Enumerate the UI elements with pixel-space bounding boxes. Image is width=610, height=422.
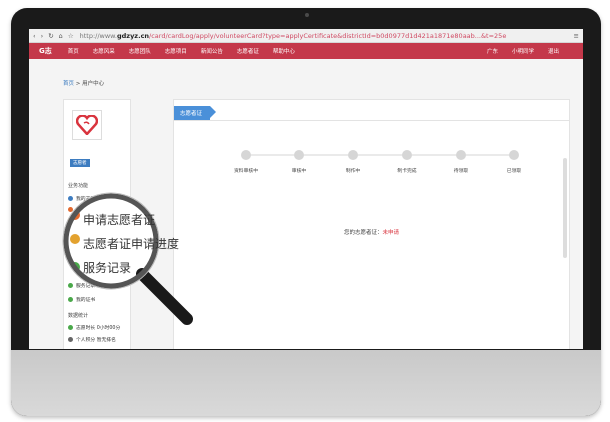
magnified-text: 申请志愿者证 志愿者证申请进度 服务记录 (83, 213, 180, 275)
camera-dot (305, 13, 309, 17)
stat-points: 个人积分 暂无排名 (68, 336, 116, 343)
progress-steps: 资料审核中 审核中 制作中 制卡完成 待领取 已领取 (234, 149, 522, 179)
star-icon[interactable]: ☆ (68, 32, 74, 40)
nav-item[interactable]: 新闻公告 (201, 47, 223, 55)
card-status-panel: 志愿者证 资料审核中 审核中 制作中 制卡完成 待领取 已领取 您的志愿者证：未… (173, 99, 570, 349)
browser-right-controls: ≡ (574, 32, 579, 40)
nav-item[interactable]: 志愿风采 (93, 47, 115, 55)
step-dot (402, 150, 412, 160)
step-label: 制卡完成 (397, 169, 417, 174)
nav-item[interactable]: 志愿者证 (237, 47, 259, 55)
steps-line (241, 150, 519, 160)
heart-hand-icon (76, 115, 98, 135)
nav-logout[interactable]: 退出 (548, 47, 559, 55)
url-path: /card/cardLog/apply/volunteerCard?type=a… (149, 31, 507, 40)
step-label: 资料审核中 (234, 169, 258, 174)
home-icon[interactable]: ⌂ (59, 32, 63, 40)
nav-item[interactable]: 帮助中心 (273, 47, 295, 55)
site-top-nav: G志 首页 志愿风采 志愿团队 志愿项目 新闻公告 志愿者证 帮助中心 广东 小… (29, 43, 583, 59)
forward-icon[interactable]: › (41, 32, 44, 40)
step-dot (456, 150, 466, 160)
browser-screen: ‹ › ↻ ⌂ ☆ http://www.gdzyz.cn/card/cardL… (29, 29, 583, 349)
nav-item[interactable]: 首页 (68, 47, 79, 55)
menu-icon[interactable]: ≡ (574, 32, 579, 40)
breadcrumb-current: 用户中心 (82, 81, 105, 87)
step-label: 制作中 (345, 169, 361, 174)
status-value: 未申请 (382, 230, 400, 236)
tab-volunteer-card[interactable]: 志愿者证 (174, 106, 217, 120)
nav-user[interactable]: 小明同学 (512, 47, 534, 55)
url-domain: gdzyz.cn (116, 31, 150, 40)
magnifying-glass: 申请志愿者证 志愿者证申请进度 服务记录 (59, 189, 199, 329)
step-dot (348, 150, 358, 160)
section-business-title: 业务功能 (68, 183, 89, 189)
reload-icon[interactable]: ↻ (48, 32, 53, 40)
avatar (72, 110, 102, 140)
back-icon[interactable]: ‹ (33, 32, 36, 40)
browser-nav-buttons: ‹ › ↻ ⌂ ☆ (33, 32, 74, 40)
breadcrumb: 首页 > 用户中心 (63, 81, 105, 87)
scrollbar[interactable] (563, 158, 567, 258)
site-logo[interactable]: G志 (39, 46, 52, 56)
step-dot (241, 150, 251, 160)
step-label: 已领取 (506, 169, 522, 174)
step-label: 待领取 (453, 169, 469, 174)
step-dot (294, 150, 304, 160)
url-text[interactable]: http://www.gdzyz.cn/card/cardLog/apply/v… (80, 32, 570, 40)
nav-region[interactable]: 广东 (487, 47, 498, 55)
url-prefix: http://www. (79, 31, 117, 40)
nav-item[interactable]: 志愿团队 (129, 47, 151, 55)
volunteer-badge: 志愿者 (70, 159, 90, 167)
breadcrumb-home[interactable]: 首页 (63, 81, 74, 87)
step-dot (509, 150, 519, 160)
monitor-chin (11, 350, 601, 416)
monitor-frame: ‹ › ↻ ⌂ ☆ http://www.gdzyz.cn/card/cardL… (11, 8, 601, 416)
step-label: 审核中 (291, 169, 307, 174)
card-status: 您的志愿者证：未申请 (343, 230, 400, 236)
nav-item[interactable]: 志愿项目 (165, 47, 187, 55)
user-icon (68, 337, 73, 342)
browser-url-bar[interactable]: ‹ › ↻ ⌂ ☆ http://www.gdzyz.cn/card/cardL… (29, 29, 583, 43)
